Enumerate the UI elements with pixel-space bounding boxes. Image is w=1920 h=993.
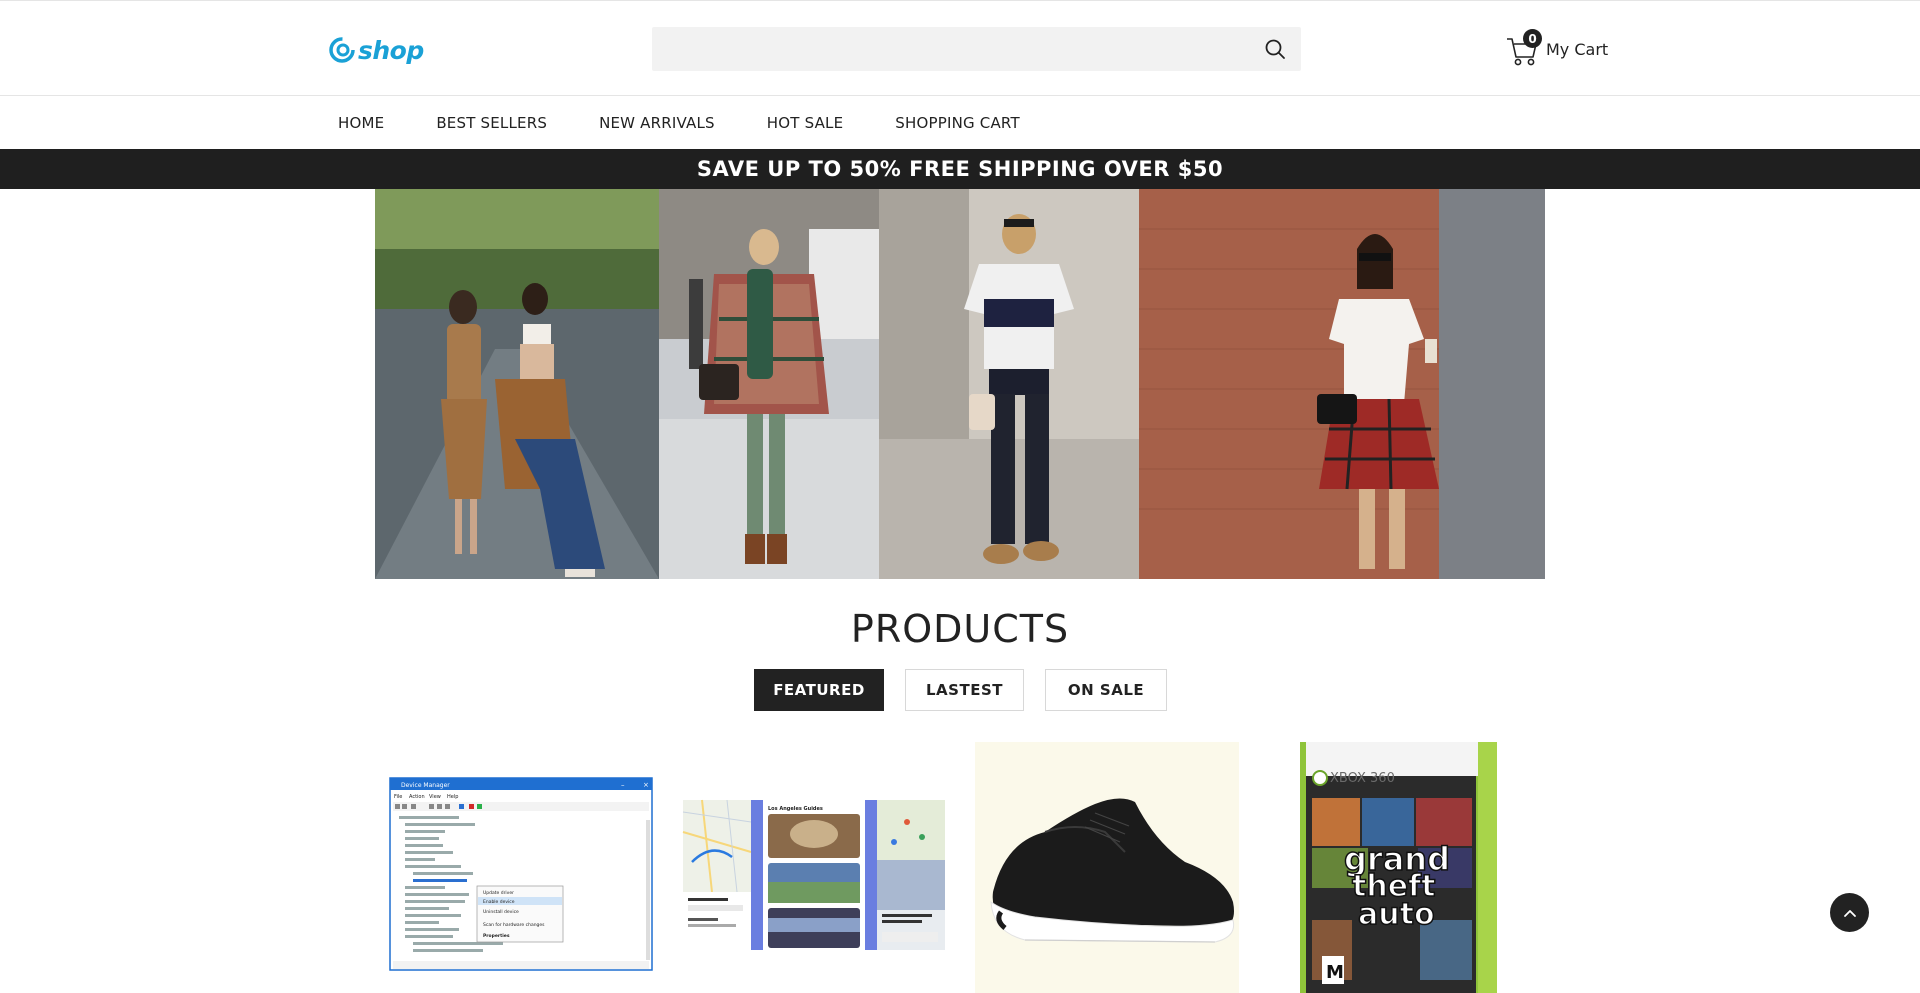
search-button[interactable] — [1263, 37, 1287, 61]
svg-text:×: × — [643, 781, 649, 789]
nav-item-new-arrivals[interactable]: NEW ARRIVALS — [599, 114, 715, 132]
product-card-sneaker[interactable] — [975, 742, 1239, 993]
search-input[interactable] — [652, 27, 1242, 71]
cart-icon-wrap: 0 — [1506, 29, 1542, 67]
cart-count-badge: 0 — [1523, 29, 1542, 48]
dm-window-title: Device Manager — [401, 782, 450, 789]
cart-label: My Cart — [1546, 39, 1609, 59]
dm-ctx-properties: Properties — [483, 933, 510, 939]
nav-item-best-sellers[interactable]: BEST SELLERS — [436, 114, 547, 132]
dm-menu-action: Action — [409, 794, 425, 800]
svg-text:–: – — [621, 781, 625, 789]
nav-item-home[interactable]: HOME — [338, 114, 384, 132]
product-image: Device Manager – × File Action View Help… — [389, 742, 653, 993]
product-image: XBOX 360 grand theft auto M — [1300, 742, 1497, 993]
game-title-line-3: auto — [1358, 897, 1435, 932]
hero-image-plaid-skirt — [1139, 189, 1545, 579]
game-platform-label: XBOX 360 — [1330, 771, 1395, 786]
promo-banner: SAVE UP TO 50% FREE SHIPPING OVER $50 — [0, 149, 1920, 189]
logo-swirl-icon — [329, 37, 355, 63]
logo-text: shop — [358, 35, 424, 65]
product-tabs: FEATURED LASTEST ON SALE — [754, 669, 1167, 711]
search-icon — [1265, 39, 1285, 59]
scroll-to-top-button[interactable] — [1830, 893, 1869, 932]
hero-banner[interactable] — [375, 189, 1545, 579]
dm-ctx-uninstall: Uninstall device — [483, 909, 519, 915]
brand-logo[interactable]: shop — [328, 34, 424, 66]
product-image — [975, 742, 1239, 993]
product-card-device-manager[interactable]: Device Manager – × File Action View Help… — [389, 742, 653, 993]
products-heading: PRODUCTS — [850, 607, 1070, 651]
hero-image-poncho — [659, 189, 879, 579]
hero-image-striped-tee — [879, 189, 1139, 579]
tab-on-sale[interactable]: ON SALE — [1045, 669, 1167, 711]
hero-image-street-duo — [375, 189, 659, 579]
dm-menu-file: File — [394, 794, 402, 800]
dm-menu-help: Help — [447, 794, 458, 800]
cart-button[interactable]: 0 My Cart — [1506, 29, 1608, 69]
nav-item-shopping-cart[interactable]: SHOPPING CART — [895, 114, 1020, 132]
search-bar — [652, 27, 1301, 71]
product-card-maps-app[interactable]: Los Angeles Guides — [682, 742, 946, 993]
dm-ctx-update: Update driver — [483, 890, 514, 896]
nav-item-hot-sale[interactable]: HOT SALE — [767, 114, 844, 132]
dm-menu-view: View — [429, 794, 441, 800]
site-header: shop 0 My Cart — [0, 0, 1920, 96]
product-image: Los Angeles Guides — [682, 742, 946, 993]
main-nav: HOME BEST SELLERS NEW ARRIVALS HOT SALE … — [0, 96, 1920, 149]
tab-featured[interactable]: FEATURED — [754, 669, 884, 711]
maps-guides-heading: Los Angeles Guides — [768, 806, 823, 812]
chevron-up-icon — [1843, 909, 1856, 917]
tab-lastest[interactable]: LASTEST — [905, 669, 1024, 711]
dm-ctx-scan: Scan for hardware changes — [483, 922, 545, 928]
dm-ctx-enable: Enable device — [483, 899, 515, 905]
svg-text:M: M — [1326, 962, 1344, 983]
product-card-gta-v[interactable]: XBOX 360 grand theft auto M — [1300, 742, 1497, 993]
